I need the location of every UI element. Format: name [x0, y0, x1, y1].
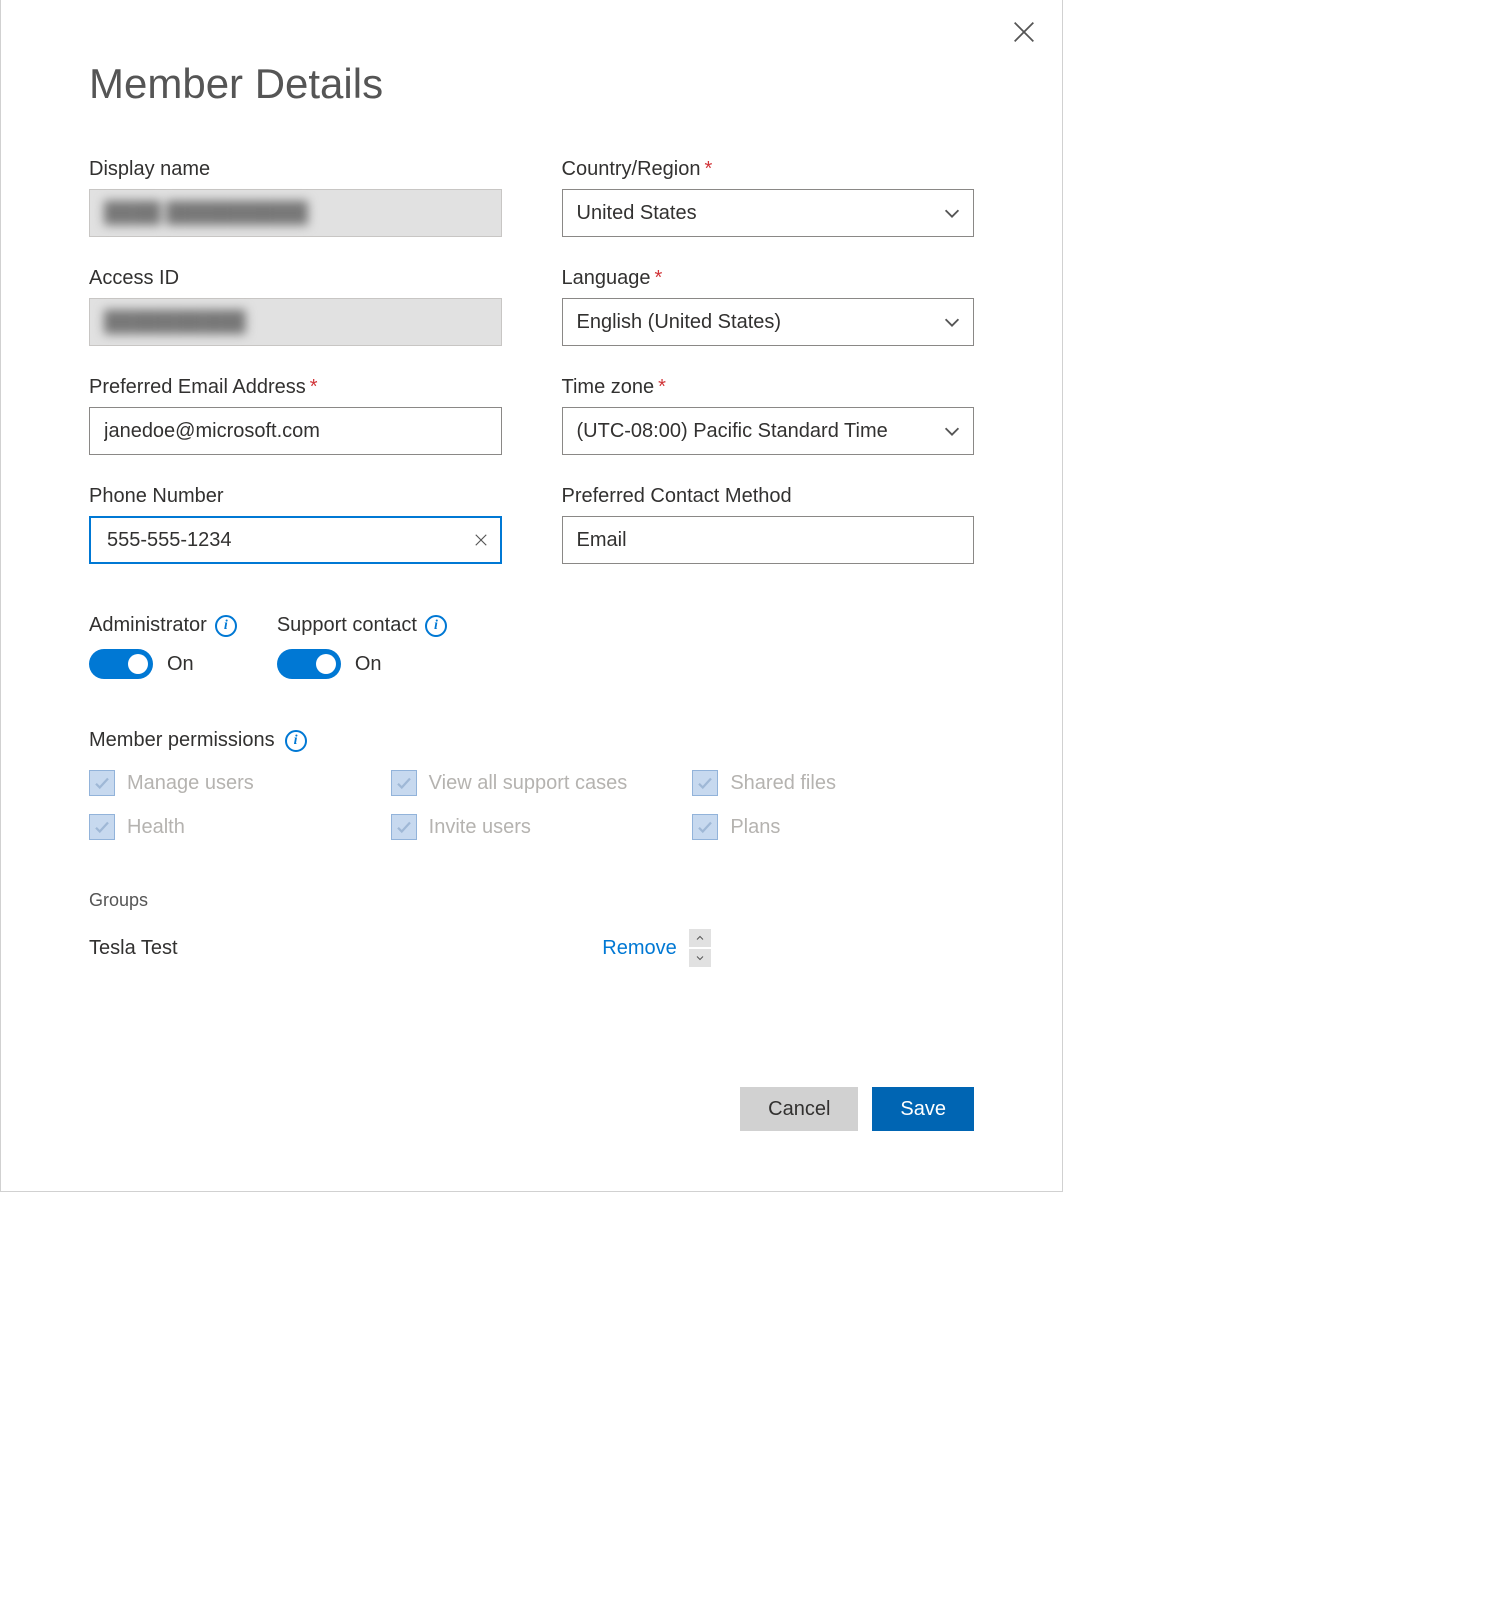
support-contact-toggle-group: Support contact i On [277, 614, 447, 679]
support-contact-state: On [355, 653, 382, 676]
permissions-title: Member permissions [89, 729, 275, 752]
member-details-dialog: Member Details Display name ████ ███████… [0, 0, 1063, 1192]
access-id-input: ██████████ [89, 298, 502, 346]
checkbox-checked-disabled [391, 770, 417, 796]
close-icon[interactable] [1010, 18, 1038, 46]
checkbox-checked-disabled [692, 814, 718, 840]
cancel-button[interactable]: Cancel [740, 1087, 858, 1131]
display-name-label: Display name [89, 158, 502, 181]
perm-view-support-cases: View all support cases [391, 770, 673, 796]
clear-icon[interactable] [472, 531, 490, 549]
checkbox-checked-disabled [89, 770, 115, 796]
save-button[interactable]: Save [872, 1087, 974, 1131]
access-id-value: ██████████ [104, 311, 246, 334]
field-language: Language* English (United States) [562, 267, 975, 346]
field-country: Country/Region* United States [562, 158, 975, 237]
spinner-down-icon[interactable] [689, 949, 711, 967]
email-input[interactable] [89, 407, 502, 455]
perm-manage-users: Manage users [89, 770, 371, 796]
display-name-value: ████ ██████████ [104, 202, 308, 225]
info-icon[interactable]: i [285, 730, 307, 752]
display-name-input: ████ ██████████ [89, 189, 502, 237]
timezone-label: Time zone* [562, 376, 975, 399]
group-order-spinner [689, 929, 711, 967]
contact-method-label: Preferred Contact Method [562, 485, 975, 508]
field-access-id: Access ID ██████████ [89, 267, 502, 346]
permissions-grid: Manage users View all support cases Shar… [89, 770, 974, 840]
toggles-row: Administrator i On Support contact i On [89, 614, 974, 679]
perm-health: Health [89, 814, 371, 840]
dialog-footer: Cancel Save [89, 1087, 974, 1131]
page-title: Member Details [89, 60, 974, 108]
timezone-value: (UTC-08:00) Pacific Standard Time [577, 420, 888, 443]
chevron-down-icon [941, 311, 963, 333]
permissions-section: Member permissions i Manage users View a… [89, 729, 974, 840]
administrator-switch[interactable] [89, 649, 153, 679]
remove-group-link[interactable]: Remove [602, 937, 676, 960]
phone-input[interactable] [105, 518, 472, 562]
chevron-down-icon [941, 420, 963, 442]
field-contact-method: Preferred Contact Method [562, 485, 975, 564]
access-id-label: Access ID [89, 267, 502, 290]
form-grid: Display name ████ ██████████ Country/Reg… [89, 158, 974, 564]
group-name: Tesla Test [89, 937, 602, 960]
checkbox-checked-disabled [89, 814, 115, 840]
perm-plans: Plans [692, 814, 974, 840]
country-value: United States [577, 202, 697, 225]
country-select[interactable]: United States [562, 189, 975, 237]
timezone-select[interactable]: (UTC-08:00) Pacific Standard Time [562, 407, 975, 455]
group-row: Tesla Test Remove [89, 929, 974, 967]
language-select[interactable]: English (United States) [562, 298, 975, 346]
email-label: Preferred Email Address* [89, 376, 502, 399]
phone-label: Phone Number [89, 485, 502, 508]
support-contact-label: Support contact [277, 614, 417, 637]
chevron-down-icon [941, 202, 963, 224]
perm-invite-users: Invite users [391, 814, 673, 840]
administrator-state: On [167, 653, 194, 676]
country-label: Country/Region* [562, 158, 975, 181]
field-display-name: Display name ████ ██████████ [89, 158, 502, 237]
field-email: Preferred Email Address* [89, 376, 502, 455]
perm-shared-files: Shared files [692, 770, 974, 796]
administrator-toggle-group: Administrator i On [89, 614, 237, 679]
field-phone: Phone Number [89, 485, 502, 564]
language-value: English (United States) [577, 311, 782, 334]
groups-title: Groups [89, 890, 974, 911]
groups-section: Groups Tesla Test Remove [89, 890, 974, 967]
language-label: Language* [562, 267, 975, 290]
checkbox-checked-disabled [692, 770, 718, 796]
spinner-up-icon[interactable] [689, 929, 711, 947]
field-timezone: Time zone* (UTC-08:00) Pacific Standard … [562, 376, 975, 455]
info-icon[interactable]: i [425, 615, 447, 637]
info-icon[interactable]: i [215, 615, 237, 637]
contact-method-input[interactable] [562, 516, 975, 564]
phone-input-wrapper [89, 516, 502, 564]
administrator-label: Administrator [89, 614, 207, 637]
support-contact-switch[interactable] [277, 649, 341, 679]
checkbox-checked-disabled [391, 814, 417, 840]
